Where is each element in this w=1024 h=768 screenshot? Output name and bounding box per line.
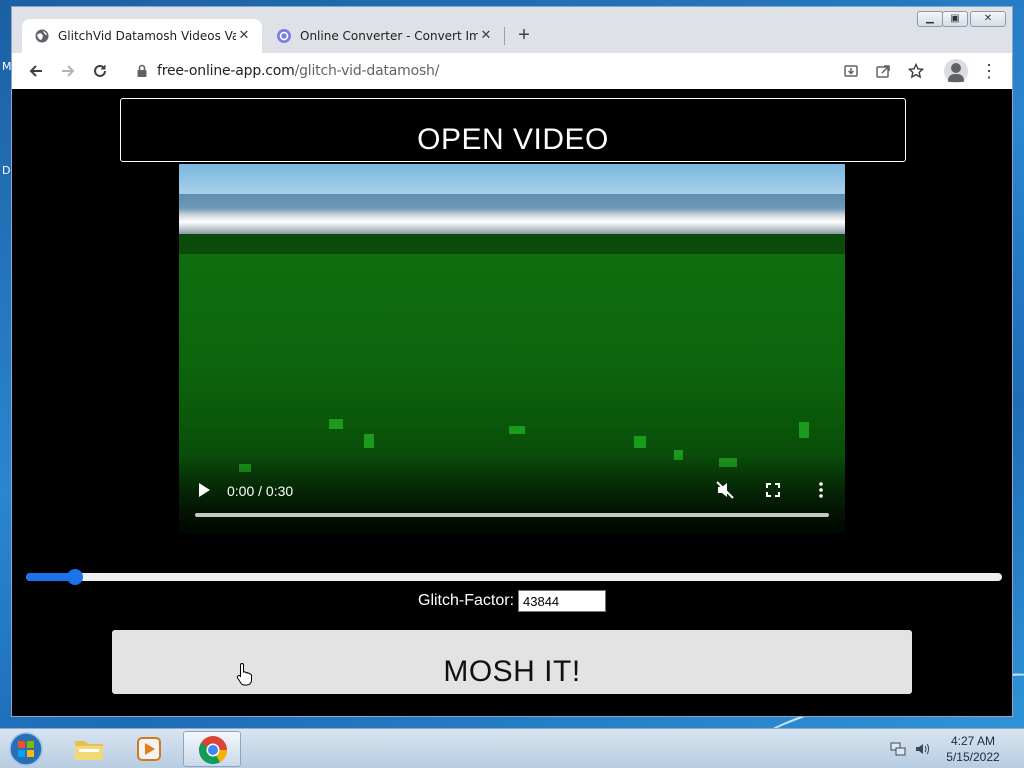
mute-icon[interactable] — [715, 480, 735, 500]
tab-online-converter[interactable]: Online Converter - Convert Imag ✕ — [264, 19, 504, 53]
tab-title: Online Converter - Convert Imag — [300, 29, 478, 43]
video-progress-bar[interactable] — [195, 513, 829, 517]
glitch-factor-label: Glitch-Factor: — [418, 592, 515, 609]
fullscreen-icon[interactable] — [763, 480, 783, 500]
new-tab-button[interactable]: + — [512, 24, 536, 48]
profile-avatar-icon[interactable] — [944, 59, 968, 83]
video-frame-sea — [179, 194, 845, 234]
maximize-button[interactable]: ▣ — [942, 11, 968, 27]
hand-cursor-icon — [236, 662, 254, 686]
browser-toolbar: free-online-app.com/glitch-vid-datamosh/… — [12, 53, 1012, 89]
tab-separator — [504, 27, 505, 45]
volume-icon[interactable] — [914, 741, 930, 757]
close-tab-icon[interactable]: ✕ — [478, 28, 494, 44]
start-button[interactable] — [6, 731, 46, 767]
url-host: free-online-app.com — [157, 63, 295, 79]
file-explorer-icon[interactable] — [60, 731, 118, 767]
url-path: /glitch-vid-datamosh/ — [294, 63, 440, 79]
page-content: OPEN VIDEO 0:00 / 0:30 Glitch-Factor: 43… — [12, 89, 1012, 716]
browser-menu-icon[interactable]: ⋮ — [980, 59, 998, 83]
close-tab-icon[interactable]: ✕ — [236, 28, 252, 44]
tab-strip: GlitchVid Datamosh Videos Vapo ✕ Online … — [12, 7, 1012, 53]
address-bar[interactable]: free-online-app.com/glitch-vid-datamosh/ — [124, 57, 984, 85]
glitch-block — [509, 426, 525, 434]
video-more-options-icon[interactable] — [811, 480, 831, 500]
clock-time: 4:27 AM — [950, 734, 996, 748]
system-clock[interactable]: 4:27 AM 5/15/2022 — [934, 733, 1012, 765]
glitch-block — [634, 436, 646, 448]
converter-icon — [276, 28, 292, 44]
glitch-block — [329, 419, 343, 429]
minimize-button[interactable]: ▁ — [917, 11, 943, 27]
glitch-block — [364, 434, 374, 448]
video-player[interactable]: 0:00 / 0:30 — [179, 164, 845, 534]
glitch-slider-thumb[interactable] — [67, 569, 83, 585]
media-player-icon[interactable] — [120, 731, 178, 767]
video-time: 0:00 / 0:30 — [227, 483, 294, 499]
forward-arrow-icon[interactable] — [56, 59, 80, 83]
desktop-icon-label[interactable]: D — [2, 164, 10, 177]
lock-icon[interactable] — [134, 63, 150, 79]
glitch-block — [799, 422, 809, 438]
video-frame-sky — [179, 164, 845, 194]
bookmark-star-icon[interactable] — [905, 60, 927, 82]
tab-title: GlitchVid Datamosh Videos Vapo — [58, 29, 236, 43]
install-app-icon[interactable] — [840, 60, 862, 82]
glitch-slider[interactable] — [26, 569, 1002, 585]
mosh-it-button[interactable]: MOSH IT! — [112, 630, 912, 694]
browser-window: GlitchVid Datamosh Videos Vapo ✕ Online … — [11, 6, 1013, 717]
tab-glitchvid[interactable]: GlitchVid Datamosh Videos Vapo ✕ — [22, 19, 262, 53]
share-icon[interactable] — [872, 60, 894, 82]
clock-date: 5/15/2022 — [946, 750, 1000, 764]
open-video-button[interactable]: OPEN VIDEO — [120, 98, 906, 162]
url-text[interactable]: free-online-app.com/glitch-vid-datamosh/ — [157, 63, 439, 79]
glitch-factor-input[interactable] — [518, 590, 606, 612]
reload-icon[interactable] — [88, 59, 112, 83]
network-icon[interactable] — [890, 741, 906, 757]
taskbar: 4:27 AM 5/15/2022 — [0, 728, 1024, 768]
globe-icon — [34, 28, 50, 44]
back-arrow-icon[interactable] — [24, 59, 48, 83]
close-window-button[interactable]: ✕ — [970, 11, 1006, 27]
chrome-icon[interactable] — [183, 731, 241, 767]
play-icon[interactable] — [197, 482, 211, 498]
